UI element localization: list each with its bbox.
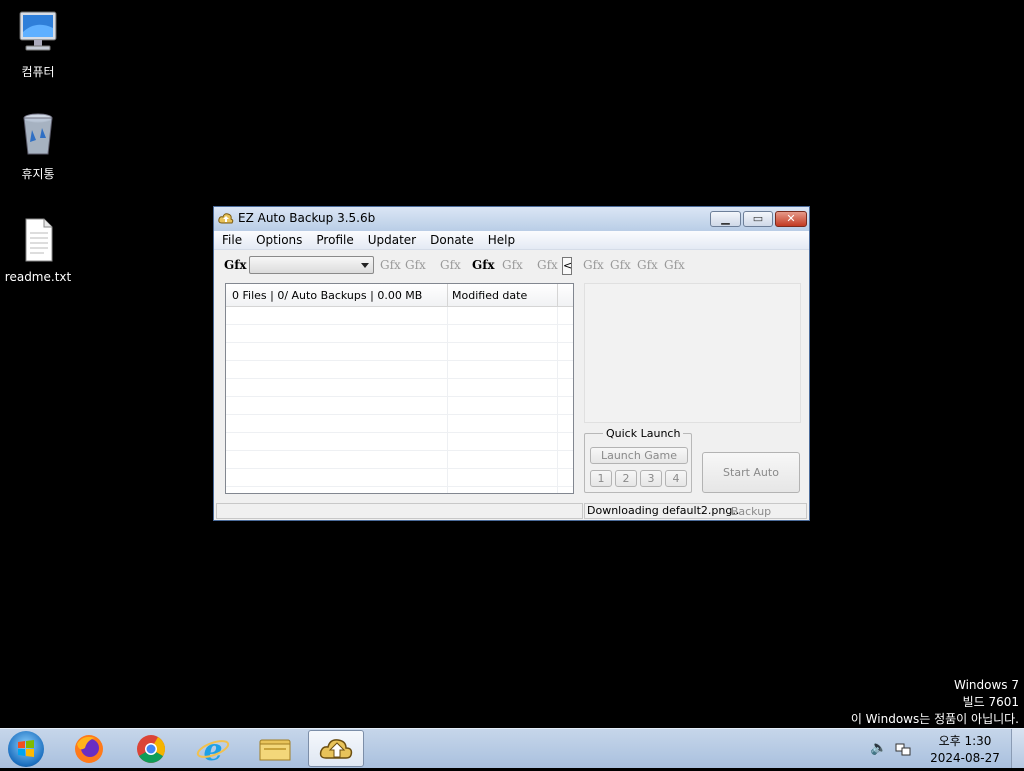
quick-slot-4-button[interactable]: 4 bbox=[665, 470, 687, 487]
quick-launch-legend: Quick Launch bbox=[603, 427, 684, 440]
gfx-icon[interactable]: Gfx bbox=[583, 258, 604, 272]
menu-file[interactable]: File bbox=[214, 231, 248, 248]
gfx-icon[interactable]: Gfx bbox=[440, 258, 461, 272]
list-item[interactable] bbox=[226, 325, 573, 343]
volume-icon[interactable]: 🔈 bbox=[870, 740, 887, 756]
menu-options[interactable]: Options bbox=[248, 231, 308, 248]
close-icon: ✕ bbox=[786, 212, 796, 225]
recycle-bin-icon bbox=[23, 113, 53, 155]
start-button[interactable] bbox=[8, 731, 44, 767]
list-item[interactable] bbox=[226, 451, 573, 469]
column-header-modified[interactable]: Modified date bbox=[452, 289, 527, 302]
gfx-icon[interactable]: Gfx bbox=[405, 258, 426, 272]
chrome-icon bbox=[137, 735, 165, 763]
minimize-icon: ▁ bbox=[721, 212, 730, 225]
cloud-upload-icon bbox=[319, 739, 353, 759]
status-bar: Downloading default2.png.. bbox=[214, 502, 809, 520]
list-item[interactable] bbox=[226, 415, 573, 433]
list-item[interactable] bbox=[226, 433, 573, 451]
watermark-line: Windows 7 bbox=[953, 678, 1019, 692]
minimize-button[interactable]: ▁ bbox=[710, 211, 741, 227]
clock-date: 2024-08-27 bbox=[930, 751, 1000, 765]
collapse-button[interactable]: < bbox=[562, 257, 572, 275]
taskbar-ez-auto-backup[interactable] bbox=[308, 730, 364, 767]
firefox-icon bbox=[75, 735, 103, 763]
network-icon[interactable] bbox=[895, 741, 911, 757]
quick-slot-3-button[interactable]: 3 bbox=[640, 470, 662, 487]
menu-bar: File Options Profile Updater Donate Help bbox=[214, 231, 809, 250]
folder-icon bbox=[259, 739, 291, 761]
status-message: Downloading default2.png.. bbox=[584, 503, 807, 519]
quick-slot-2-button[interactable]: 2 bbox=[615, 470, 637, 487]
toolbar: Gfx Gfx Gfx Gfx Gfx Gfx Gfx < Gfx Gfx Gf… bbox=[214, 251, 809, 281]
gfx-icon[interactable]: Gfx bbox=[664, 258, 685, 272]
svg-text:e: e bbox=[203, 733, 222, 767]
maximize-icon: ▭ bbox=[752, 212, 764, 225]
list-item[interactable] bbox=[226, 469, 573, 487]
list-item[interactable] bbox=[226, 397, 573, 415]
desktop-icon-readme[interactable]: readme.txt bbox=[0, 215, 76, 284]
menu-updater[interactable]: Updater bbox=[360, 231, 422, 248]
cloud-upload-icon bbox=[218, 213, 234, 224]
list-item[interactable] bbox=[226, 307, 573, 325]
close-button[interactable]: ✕ bbox=[775, 211, 807, 227]
system-tray: 🔈 bbox=[865, 735, 915, 763]
desktop-icon-computer[interactable]: 컴퓨터 bbox=[0, 8, 76, 80]
title-bar[interactable]: EZ Auto Backup 3.5.6b ▁ ▭ ✕ bbox=[214, 207, 809, 231]
backup-file-list[interactable]: 0 Files | 0/ Auto Backups | 0.00 MB Modi… bbox=[225, 283, 574, 494]
taskbar-internet-explorer[interactable]: e bbox=[185, 730, 241, 768]
computer-icon bbox=[19, 11, 57, 51]
clock[interactable]: 오후 1:30 2024-08-27 bbox=[930, 733, 1000, 767]
gfx-icon[interactable]: Gfx bbox=[537, 258, 558, 272]
quick-launch-group: Quick Launch Launch Game 1 2 3 4 bbox=[584, 427, 692, 493]
desktop-icon-label: 휴지통 bbox=[21, 167, 55, 181]
list-header: 0 Files | 0/ Auto Backups | 0.00 MB Modi… bbox=[226, 284, 573, 307]
gfx-icon[interactable]: Gfx bbox=[502, 258, 523, 272]
taskbar-chrome[interactable] bbox=[123, 730, 179, 767]
list-item[interactable] bbox=[226, 343, 573, 361]
desktop-icon-label: readme.txt bbox=[4, 270, 72, 284]
internet-explorer-icon: e bbox=[196, 733, 230, 768]
maximize-button[interactable]: ▭ bbox=[743, 211, 773, 227]
quick-slot-1-button[interactable]: 1 bbox=[590, 470, 612, 487]
watermark-line: 이 Windows는 정품이 아닙니다. bbox=[850, 712, 1019, 726]
profile-dropdown[interactable] bbox=[249, 256, 374, 274]
list-item[interactable] bbox=[226, 361, 573, 379]
show-desktop-button[interactable] bbox=[1011, 729, 1024, 768]
desktop-icon-label: 컴퓨터 bbox=[21, 65, 55, 79]
menu-donate[interactable]: Donate bbox=[422, 231, 480, 248]
gfx-icon[interactable]: Gfx bbox=[637, 258, 658, 272]
menu-help[interactable]: Help bbox=[480, 231, 521, 248]
text-file-icon bbox=[25, 218, 53, 262]
chevron-down-icon bbox=[361, 263, 369, 268]
window-title: EZ Auto Backup 3.5.6b bbox=[238, 211, 376, 225]
gfx-icon[interactable]: Gfx bbox=[610, 258, 631, 272]
windows-watermark: Windows 7 빌드 7601 이 Windows는 정품이 아닙니다. bbox=[851, 677, 1019, 728]
column-header-files[interactable]: 0 Files | 0/ Auto Backups | 0.00 MB bbox=[232, 289, 422, 302]
gfx-icon: Gfx bbox=[224, 258, 247, 272]
clock-time: 오후 1:30 bbox=[938, 734, 992, 748]
list-item[interactable] bbox=[226, 379, 573, 397]
taskbar-firefox[interactable] bbox=[61, 730, 117, 767]
watermark-line: 빌드 7601 bbox=[962, 695, 1019, 709]
gfx-icon[interactable]: Gfx bbox=[380, 258, 401, 272]
app-window: EZ Auto Backup 3.5.6b ▁ ▭ ✕ File Options P… bbox=[213, 206, 810, 521]
taskbar: e 🔈 오후 1:30 2024-08-27 bbox=[0, 728, 1024, 768]
gfx-icon[interactable]: Gfx bbox=[472, 258, 495, 272]
status-left bbox=[216, 503, 583, 519]
desktop-icon-recycle-bin[interactable]: 휴지통 bbox=[0, 110, 76, 182]
start-auto-backup-button[interactable]: Start Auto Backup bbox=[702, 452, 800, 518]
taskbar-explorer[interactable] bbox=[247, 730, 303, 767]
launch-game-button[interactable]: Launch Game bbox=[590, 447, 688, 464]
menu-profile[interactable]: Profile bbox=[308, 231, 359, 248]
windows-logo-icon bbox=[18, 740, 34, 757]
preview-pane bbox=[584, 283, 801, 423]
list-item[interactable] bbox=[226, 487, 573, 493]
